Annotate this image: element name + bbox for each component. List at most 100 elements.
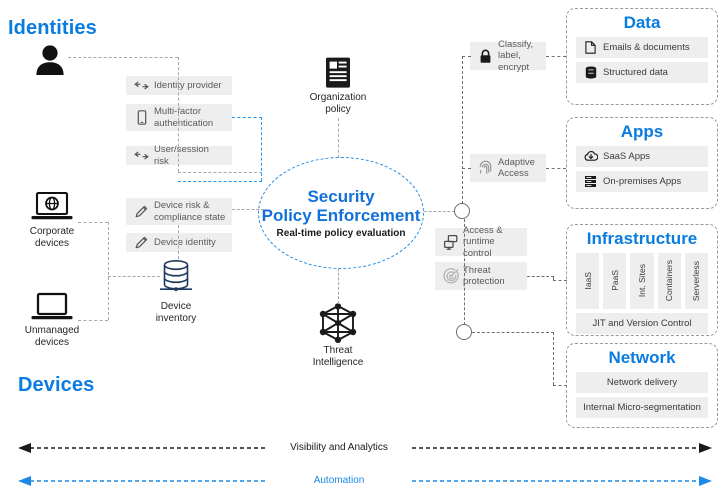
infra-col-int-sites[interactable]: Int. Sites [630,252,654,309]
connector-device-bus [108,222,109,320]
chip-label: Classify, label, encrypt [498,39,534,73]
row-emails-documents[interactable]: Emails & documents [576,36,708,58]
card-apps: Apps SaaS Apps On-premises Apps [566,117,718,209]
chip-classify-label-encrypt[interactable]: Classify, label, encrypt [470,39,546,73]
card-infrastructure: Infrastructure IaaS PaaS Int. Sites Cont… [566,224,718,336]
security-policy-enforcement-node: Security Policy Enforcement Real-time po… [258,157,424,269]
file-icon [583,40,598,55]
automation-label: Automation [313,475,365,486]
access-control-icon [442,234,459,251]
connector-adaptive-to-spine [462,168,471,169]
connector-right-spine-lower [464,219,465,325]
connector-node-lower-right [472,332,554,333]
corporate-devices-label: Corporate devices [29,226,75,250]
device-inventory-label: Device inventory [155,301,197,325]
exchange-icon [133,147,150,164]
pencil-icon [133,234,150,251]
infra-col-label: Serverless [691,260,702,301]
chip-user-session-risk[interactable]: User/session risk [126,144,232,167]
row-label: SaaS Apps [603,150,651,162]
row-network-delivery[interactable]: Network delivery [576,371,708,393]
database-icon [583,65,598,80]
pencil-icon [133,203,150,220]
threat-intelligence-label: Threat Intelligence [312,345,364,369]
row-label: JIT and Version Control [592,317,692,329]
infra-col-label: Int. Sites [637,264,647,298]
chip-label: Multi-factor authentication [154,106,214,129]
row-structured-data[interactable]: Structured data [576,61,708,83]
identities-section-title: Identities [8,17,97,39]
chip-label: Access & runtime control [463,225,503,259]
chip-label: Threat protection [463,264,505,287]
chip-label: User/session risk [154,144,209,167]
card-data: Data Emails & documents Structured data [566,8,718,105]
connector-classify-to-spine [462,56,471,57]
card-title: Network [608,348,676,367]
chip-multi-factor-authentication[interactable]: Multi-factor authentication [126,104,232,131]
card-title: Data [623,13,661,32]
chip-label: Identity provider [154,79,222,91]
unmanaged-laptop-icon [30,290,74,324]
row-saas-apps[interactable]: SaaS Apps [576,145,708,167]
chip-threat-protection[interactable]: Threat protection [435,262,527,290]
server-rack-icon [583,174,598,189]
connector-classify-to-data-card [546,56,566,57]
connector-core-to-node-1 [424,211,455,212]
connector-org-policy-to-core [338,118,339,158]
chip-adaptive-access[interactable]: Adaptive Access [470,154,546,182]
infra-col-label: IaaS [582,271,593,290]
connector-mfa-blue-vert [261,117,262,181]
chip-device-risk-compliance-state[interactable]: Device risk & compliance state [126,198,232,225]
chip-device-identity[interactable]: Device identity [126,233,232,252]
row-internal-micro-segmentation[interactable]: Internal Micro-segmentation [576,396,708,418]
connector-right-spine-upper [462,56,463,204]
connector-chips-to-core [178,172,262,173]
threat-radar-icon [442,268,459,285]
chip-label: Device identity [154,236,216,248]
chip-identity-provider[interactable]: Identity provider [126,76,232,95]
row-label: Emails & documents [603,41,690,53]
person-icon [33,44,67,76]
connector-core-to-threat-intel [338,268,339,304]
infra-col-label: Containers [664,260,675,302]
network-mesh-icon [318,303,358,343]
infra-col-label: PaaS [609,270,620,292]
connector-infra-in [553,280,567,281]
connector-bus-to-inventory [108,276,160,277]
connector-mfa-blue-top [232,117,262,118]
core-subtitle: Real-time policy evaluation [276,228,406,240]
connector-corporate-to-bus [78,222,108,223]
database-icon [158,258,194,298]
junction-node-upper [454,203,470,219]
lock-icon [477,48,494,65]
infra-col-iaas[interactable]: IaaS [576,252,600,309]
infra-col-serverless[interactable]: Serverless [684,252,709,309]
devices-section-title: Devices [18,374,95,396]
connector-person-to-chips [68,57,178,58]
chip-access-runtime-control[interactable]: Access & runtime control [435,225,527,259]
chip-label: Adaptive Access [498,156,535,179]
card-network: Network Network delivery Internal Micro-… [566,343,718,428]
connector-adaptive-to-apps-card [546,168,566,169]
diagram-canvas: Identities Devices Corporate devices Unm… [0,0,728,504]
fingerprint-icon [477,160,494,177]
unmanaged-devices-label: Unmanaged devices [24,325,80,349]
core-title-line1: Security [307,186,375,206]
card-title: Infrastructure [586,229,698,248]
chip-label: Device risk & compliance state [154,200,226,223]
row-label: Internal Micro-segmentation [583,401,701,413]
row-jit-version-control[interactable]: JIT and Version Control [576,312,708,334]
row-on-premises-apps[interactable]: On-premises Apps [576,170,708,192]
mobile-phone-icon [133,109,150,126]
core-title-line2: Policy Enforcement [261,206,421,225]
row-label: Structured data [603,66,668,78]
infra-col-paas[interactable]: PaaS [603,252,627,309]
infrastructure-columns: IaaS PaaS Int. Sites Containers Serverle… [576,252,709,309]
card-title: Apps [620,122,664,141]
row-label: Network delivery [606,376,678,388]
infra-col-containers[interactable]: Containers [657,252,681,309]
connector-chip-spine [178,57,179,172]
connector-device-chip-spine [178,225,179,259]
connector-device-risk-to-core [232,209,264,210]
document-icon [322,56,354,90]
